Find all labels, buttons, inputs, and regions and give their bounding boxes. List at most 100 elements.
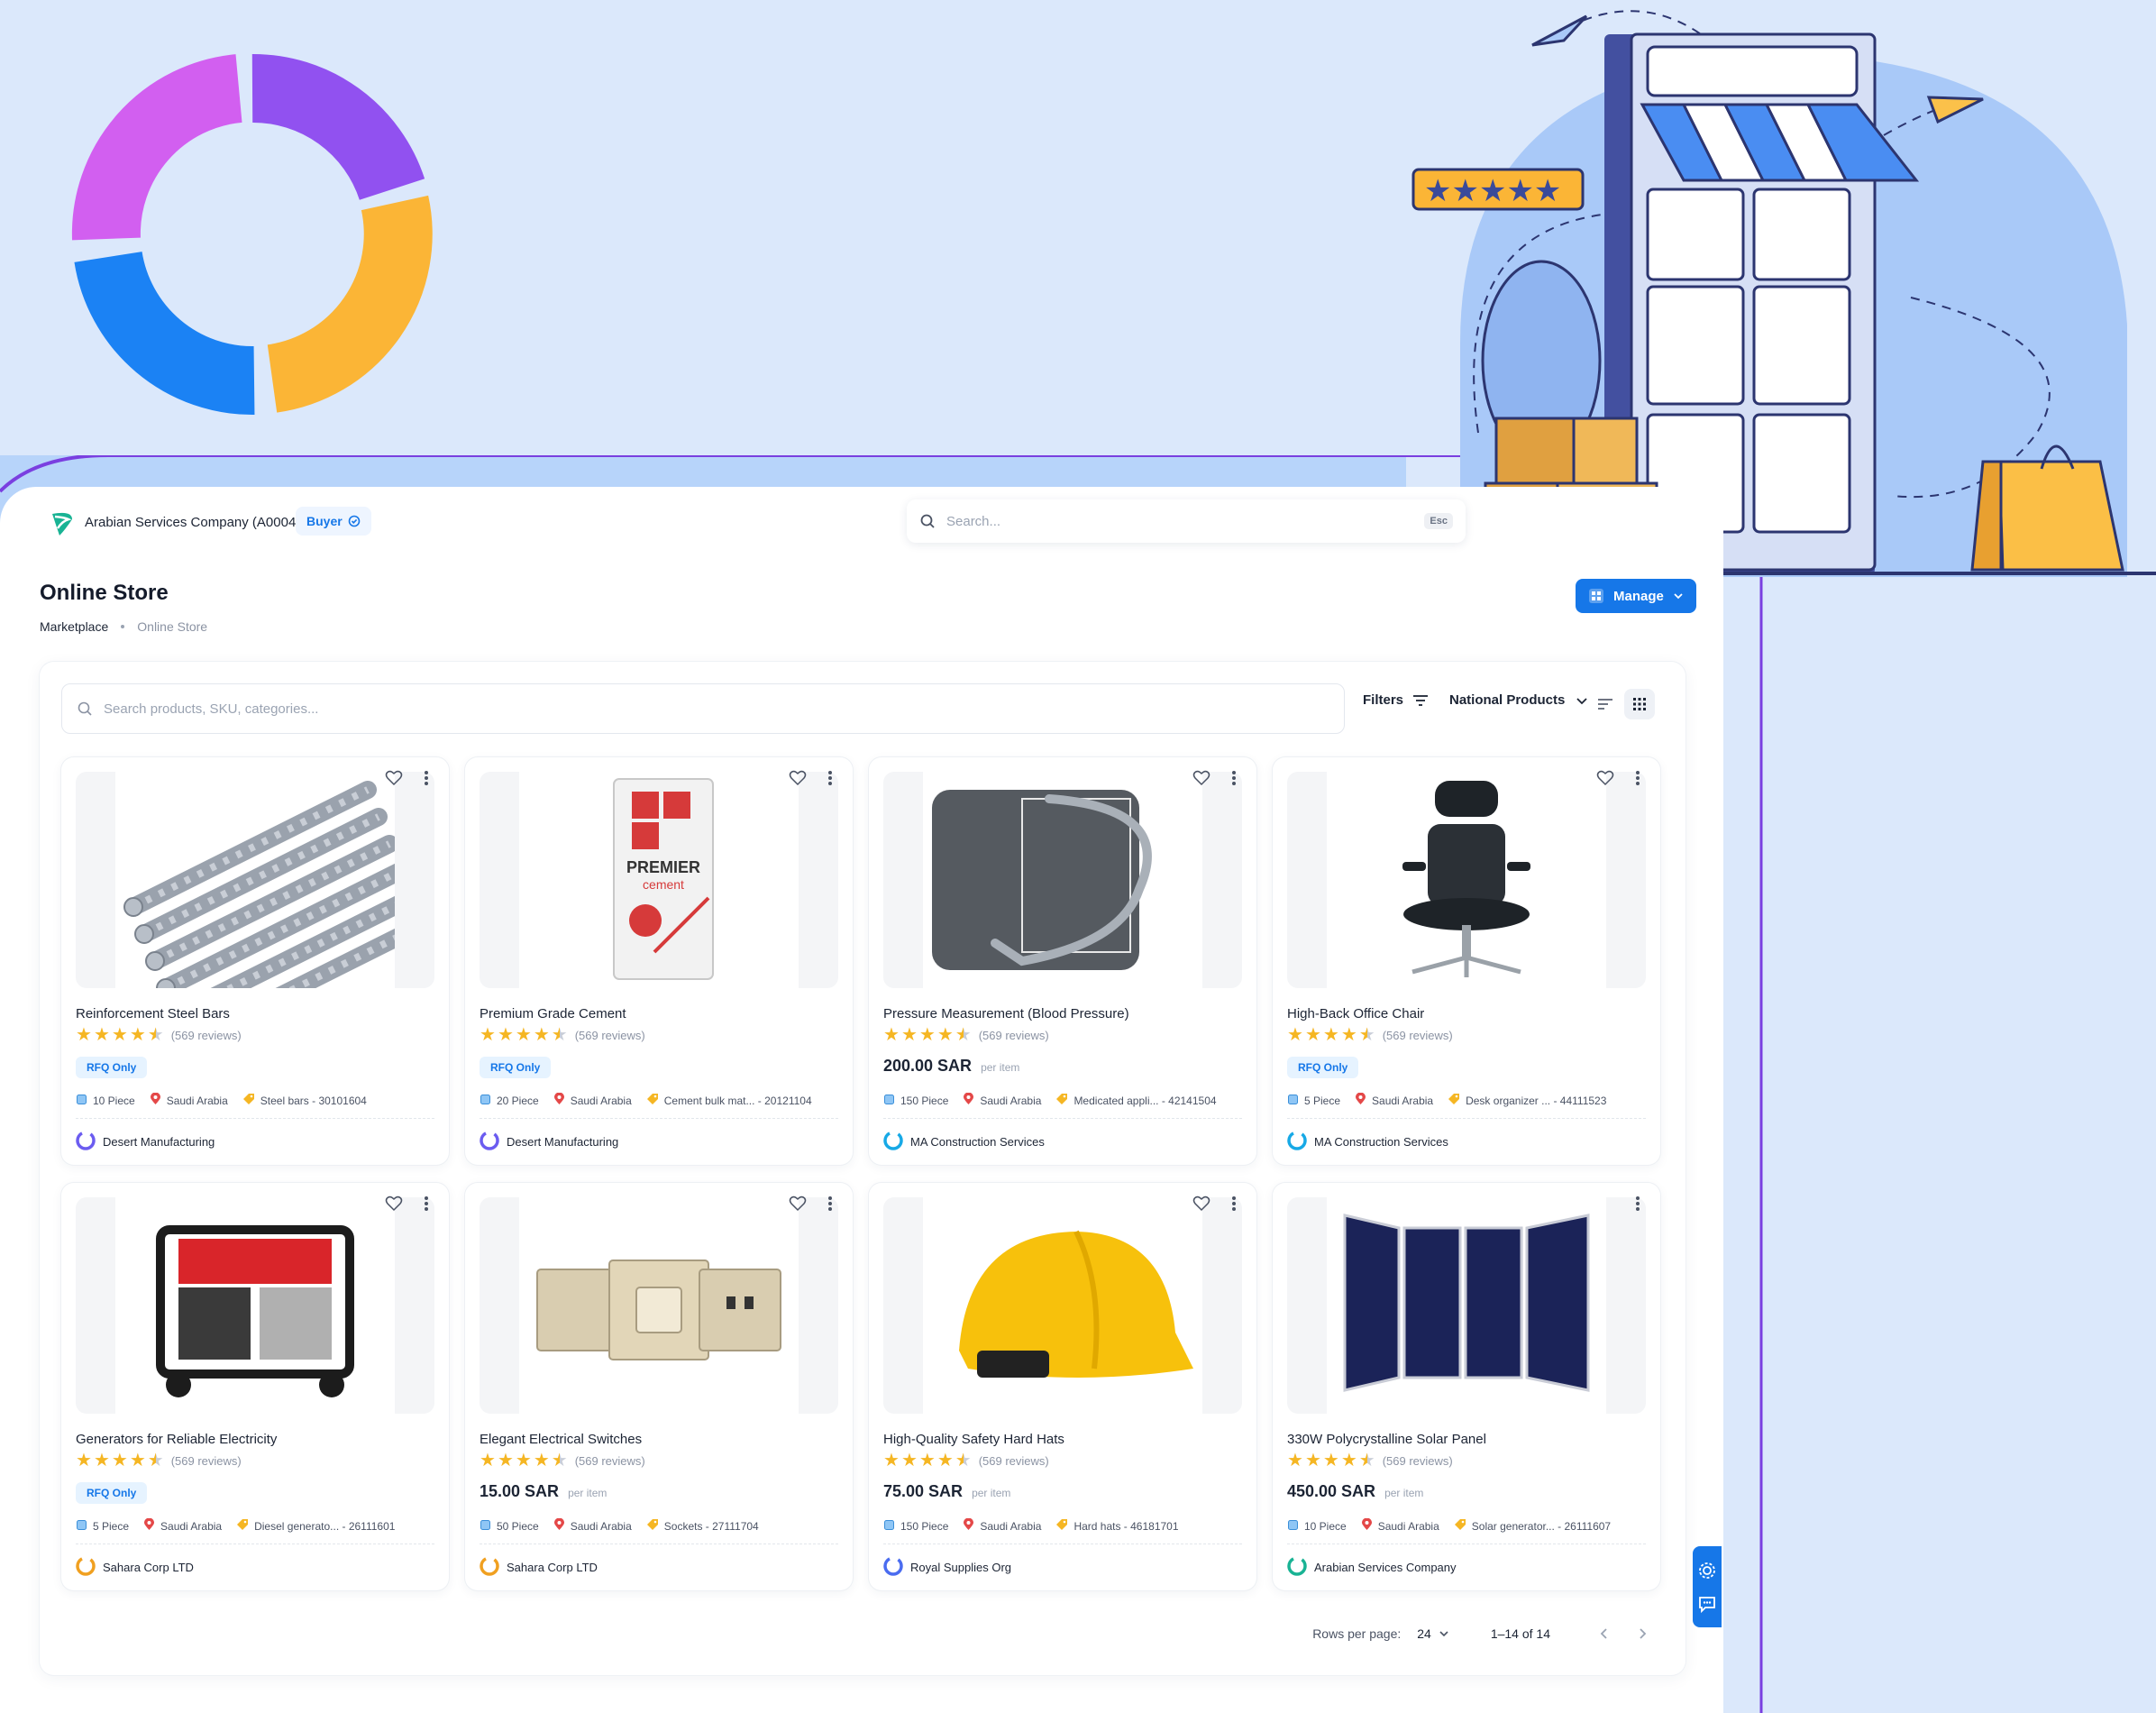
more-options-button[interactable] [818, 768, 842, 792]
product-image[interactable] [480, 1197, 838, 1414]
manage-button[interactable]: Manage [1576, 579, 1696, 613]
product-image[interactable] [1287, 1197, 1646, 1414]
product-name[interactable]: Generators for Reliable Electricity [76, 1432, 277, 1447]
global-search[interactable]: Esc [907, 499, 1466, 543]
review-count: (569 reviews) [1382, 1453, 1453, 1468]
category-value: Steel bars - 30101604 [260, 1094, 367, 1107]
product-meta: 5 Piece Saudi Arabia Desk organizer ... … [1287, 1093, 1646, 1108]
esc-key-hint: Esc [1424, 513, 1453, 529]
support-widget[interactable] [1693, 1546, 1722, 1627]
vendor[interactable]: MA Construction Services [1287, 1131, 1448, 1153]
favorite-button[interactable] [382, 1194, 406, 1217]
product-image[interactable] [76, 772, 434, 988]
more-options-button[interactable] [818, 1194, 842, 1217]
product-name[interactable]: Elegant Electrical Switches [480, 1432, 642, 1447]
more-options-button[interactable] [1222, 768, 1246, 792]
grid-view-button[interactable] [1624, 689, 1655, 719]
card-actions [786, 1194, 842, 1217]
vendor[interactable]: Sahara Corp LTD [76, 1556, 194, 1579]
rating-star-icon: ★ [497, 1025, 514, 1045]
product-rating: ★ ★ ★ ★ ★ (569 reviews) [1287, 1452, 1453, 1470]
rating-star-icon: ★ [533, 1025, 550, 1045]
product-card[interactable]: PREMIER cement Premium Grade Cement ★ ★ ★ ★ ★… [465, 757, 853, 1165]
category-value: Sockets - 27111704 [663, 1519, 759, 1533]
product-card[interactable]: Generators for Reliable Electricity ★ ★ ★ ★… [61, 1183, 449, 1590]
price: 15.00 SAR per item [480, 1482, 607, 1501]
product-search-input[interactable] [104, 701, 1329, 717]
product-meta: 20 Piece Saudi Arabia Cement bulk mat...… [480, 1093, 838, 1108]
quantity: 20 Piece [480, 1094, 539, 1108]
manage-icon [1589, 589, 1603, 603]
category: Sockets - 27111704 [646, 1518, 759, 1534]
product-scope-select[interactable]: National Products [1449, 692, 1588, 708]
more-vertical-icon [1635, 770, 1640, 791]
product-card[interactable]: Reinforcement Steel Bars ★ ★ ★ ★ ★ (569 revi… [61, 757, 449, 1165]
more-options-button[interactable] [415, 768, 438, 792]
product-card[interactable]: Elegant Electrical Switches ★ ★ ★ ★ ★ (569 r… [465, 1183, 853, 1590]
list-view-button[interactable] [1592, 691, 1619, 718]
more-options-button[interactable] [1626, 768, 1649, 792]
vendor[interactable]: Desert Manufacturing [480, 1131, 618, 1153]
more-options-button[interactable] [415, 1194, 438, 1217]
product-image[interactable] [883, 1197, 1242, 1414]
favorite-button[interactable] [1190, 768, 1213, 792]
product-name[interactable]: High-Back Office Chair [1287, 1006, 1424, 1021]
rating-star-icon: ★ [515, 1451, 532, 1470]
rows-per-page-select[interactable]: 24 [1417, 1626, 1449, 1641]
review-count: (569 reviews) [1382, 1028, 1453, 1042]
product-card[interactable]: Pressure Measurement (Blood Pressure) ★ ★… [869, 757, 1256, 1165]
favorite-button[interactable] [1594, 768, 1617, 792]
vendor[interactable]: Sahara Corp LTD [480, 1556, 598, 1579]
rating-star-icon: ★ [76, 1025, 92, 1045]
box-icon [76, 1094, 87, 1108]
product-card[interactable]: High-Quality Safety Hard Hats ★ ★ ★ ★ ★ (569… [869, 1183, 1256, 1590]
favorite-button[interactable] [786, 768, 809, 792]
rating-star-icon: ★ [1322, 1451, 1339, 1470]
product-image[interactable]: PREMIER cement [480, 772, 838, 988]
vendor[interactable]: MA Construction Services [883, 1131, 1045, 1153]
vendor[interactable]: Royal Supplies Org [883, 1556, 1011, 1579]
category-value: Medicated appli... - 42141504 [1073, 1094, 1217, 1107]
vendor[interactable]: Desert Manufacturing [76, 1131, 215, 1153]
breadcrumb-marketplace[interactable]: Marketplace [40, 619, 108, 634]
country-value: Saudi Arabia [570, 1519, 632, 1533]
filters-button[interactable]: Filters [1363, 692, 1429, 708]
tag-icon [1454, 1518, 1466, 1534]
quantity-value: 50 Piece [497, 1519, 539, 1533]
global-search-input[interactable] [946, 513, 1414, 529]
settings-gear-icon[interactable] [1697, 1561, 1717, 1580]
more-options-button[interactable] [1222, 1194, 1246, 1217]
origin-country: Saudi Arabia [143, 1518, 222, 1534]
product-name[interactable]: High-Quality Safety Hard Hats [883, 1432, 1064, 1447]
product-name[interactable]: 330W Polycrystalline Solar Panel [1287, 1432, 1486, 1447]
favorite-button[interactable] [786, 1194, 809, 1217]
rating-star-icon: ★ [918, 1025, 936, 1045]
product-card[interactable]: 330W Polycrystalline Solar Panel ★ ★ ★ ★ ★ (… [1273, 1183, 1660, 1590]
origin-country: Saudi Arabia [963, 1518, 1041, 1534]
vendor-name: Sahara Corp LTD [507, 1561, 598, 1574]
category-value: Cement bulk mat... - 20121104 [663, 1094, 812, 1107]
product-image[interactable] [1287, 772, 1646, 988]
country-value: Saudi Arabia [166, 1094, 228, 1107]
rating-star-icon: ★ [883, 1025, 900, 1045]
product-name[interactable]: Premium Grade Cement [480, 1006, 626, 1021]
favorite-button[interactable] [1190, 1194, 1213, 1217]
product-card[interactable]: High-Back Office Chair ★ ★ ★ ★ ★ (569 review… [1273, 757, 1660, 1165]
next-page-button[interactable] [1631, 1623, 1653, 1644]
product-name[interactable]: Pressure Measurement (Blood Pressure) [883, 1006, 1129, 1021]
product-image[interactable] [76, 1197, 434, 1414]
more-options-button[interactable] [1626, 1194, 1649, 1217]
vendor-logo-icon [1287, 1131, 1307, 1153]
prev-page-button[interactable] [1594, 1623, 1615, 1644]
country-value: Saudi Arabia [1372, 1094, 1434, 1107]
card-divider [76, 1118, 434, 1119]
chat-icon[interactable] [1697, 1594, 1717, 1614]
product-name[interactable]: Reinforcement Steel Bars [76, 1006, 230, 1021]
product-image[interactable] [883, 772, 1242, 988]
more-vertical-icon [1231, 770, 1237, 791]
review-count: (569 reviews) [574, 1028, 645, 1042]
price-unit: per item [972, 1487, 1011, 1499]
favorite-button[interactable] [382, 768, 406, 792]
vendor[interactable]: Arabian Services Company [1287, 1556, 1457, 1579]
product-search[interactable] [61, 683, 1345, 734]
